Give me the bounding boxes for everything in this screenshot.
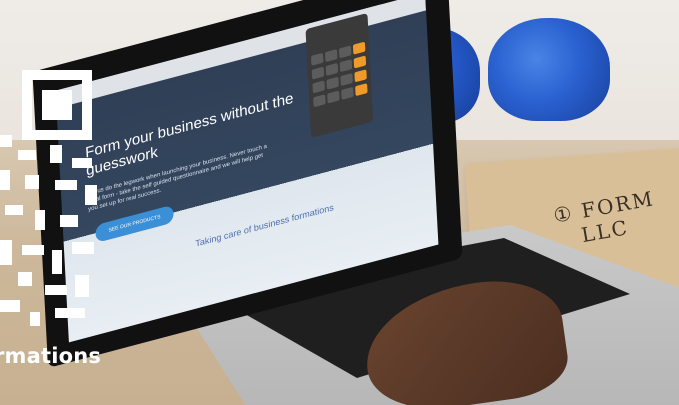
calculator-key — [326, 76, 339, 90]
calculator-operator-key — [353, 55, 367, 69]
blue-vase-right — [488, 18, 610, 121]
qr-module — [0, 135, 12, 147]
qr-module — [18, 272, 32, 286]
calculator-key — [338, 45, 352, 59]
qr-module — [22, 245, 44, 255]
screen-footer-heading: Taking care of business formations — [195, 202, 334, 249]
qr-module — [52, 250, 62, 274]
qr-finder-center — [42, 90, 72, 120]
qr-module — [72, 242, 94, 254]
qr-module — [0, 240, 12, 265]
calculator-key — [310, 52, 324, 66]
calculator-key — [339, 59, 353, 73]
calculator-key — [341, 86, 354, 100]
calculator-window — [305, 12, 374, 138]
qr-module — [60, 215, 78, 227]
qr-code-overlay — [0, 50, 115, 340]
qr-module — [85, 185, 97, 205]
calculator-operator-key — [354, 69, 367, 83]
qr-module — [50, 145, 62, 163]
qr-module — [55, 180, 77, 190]
qr-module — [35, 210, 45, 230]
qr-module — [5, 205, 23, 215]
calculator-key — [313, 94, 326, 108]
calculator-key — [324, 49, 338, 63]
calculator-operator-key — [355, 83, 368, 97]
brand-caption: rmations — [0, 344, 102, 368]
qr-module — [18, 150, 36, 160]
calculator-key — [312, 80, 325, 94]
qr-module — [55, 308, 85, 318]
qr-module — [72, 158, 92, 168]
qr-module — [45, 285, 67, 295]
qr-module — [0, 170, 10, 190]
qr-module — [25, 175, 39, 189]
qr-module — [30, 312, 40, 326]
calculator-key — [325, 62, 339, 76]
qr-module — [75, 275, 89, 297]
qr-module — [0, 300, 20, 312]
calculator-key — [311, 66, 325, 80]
photo-scene: ① FORM LLC Form your business without th… — [0, 0, 679, 405]
calculator-key — [327, 90, 340, 104]
calculator-operator-key — [352, 41, 366, 55]
calculator-key — [340, 72, 353, 87]
